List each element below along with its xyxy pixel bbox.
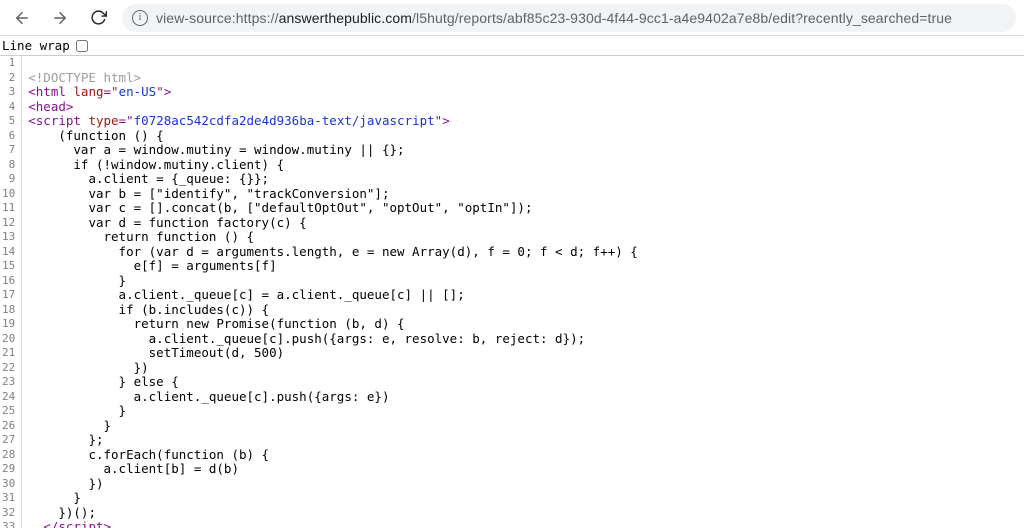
source-line: a.client._queue[c] = a.client._queue[c] …	[28, 288, 638, 303]
address-bar[interactable]: i view-source:https://answerthepublic.co…	[122, 4, 1016, 32]
source-line: })	[28, 477, 638, 492]
line-number: 31	[2, 491, 15, 506]
line-number: 20	[2, 332, 15, 347]
line-number: 26	[2, 419, 15, 434]
source-line: })	[28, 361, 638, 376]
source-line: } else {	[28, 375, 638, 390]
line-number: 25	[2, 404, 15, 419]
line-number: 7	[2, 143, 15, 158]
line-number: 1	[2, 56, 15, 71]
source-view: 1234567891011121314151617181920212223242…	[0, 56, 1024, 528]
line-number: 8	[2, 158, 15, 173]
source-line: if (b.includes(c)) {	[28, 303, 638, 318]
source-line: <head>	[28, 100, 638, 115]
line-number: 3	[2, 85, 15, 100]
linewrap-bar: Line wrap	[0, 36, 1024, 56]
line-number: 15	[2, 259, 15, 274]
line-number: 32	[2, 506, 15, 521]
source-line	[28, 56, 638, 71]
source-line: <!DOCTYPE html>	[28, 71, 638, 86]
linewrap-checkbox[interactable]	[76, 40, 88, 52]
source-line: c.forEach(function (b) {	[28, 448, 638, 463]
forward-button[interactable]	[46, 4, 74, 32]
source-code[interactable]: <!DOCTYPE html><html lang="en-US"><head>…	[22, 56, 638, 528]
source-line: var b = ["identify", "trackConversion"];	[28, 187, 638, 202]
line-number: 2	[2, 71, 15, 86]
source-line: if (!window.mutiny.client) {	[28, 158, 638, 173]
source-line: a.client[b] = d(b)	[28, 462, 638, 477]
browser-toolbar: i view-source:https://answerthepublic.co…	[0, 0, 1024, 36]
source-line: <html lang="en-US">	[28, 85, 638, 100]
line-number: 28	[2, 448, 15, 463]
line-number: 9	[2, 172, 15, 187]
line-number: 12	[2, 216, 15, 231]
line-number: 19	[2, 317, 15, 332]
source-line: var c = [].concat(b, ["defaultOptOut", "…	[28, 201, 638, 216]
source-line: }	[28, 274, 638, 289]
source-line: for (var d = arguments.length, e = new A…	[28, 245, 638, 260]
line-number: 16	[2, 274, 15, 289]
source-line: var d = function factory(c) {	[28, 216, 638, 231]
source-line: return function () {	[28, 230, 638, 245]
reload-button[interactable]	[84, 4, 112, 32]
line-number: 17	[2, 288, 15, 303]
line-number: 21	[2, 346, 15, 361]
line-number: 4	[2, 100, 15, 115]
line-number: 13	[2, 230, 15, 245]
line-number: 18	[2, 303, 15, 318]
source-line: <script type="f0728ac542cdfa2de4d936ba-t…	[28, 114, 638, 129]
source-line: }	[28, 491, 638, 506]
source-line: a.client._queue[c].push({args: e, resolv…	[28, 332, 638, 347]
source-line: })();	[28, 506, 638, 521]
source-line: return new Promise(function (b, d) {	[28, 317, 638, 332]
line-number: 5	[2, 114, 15, 129]
site-info-icon[interactable]: i	[132, 10, 148, 26]
line-number: 30	[2, 477, 15, 492]
line-number: 11	[2, 201, 15, 216]
source-line: a.client = {_queue: {}};	[28, 172, 638, 187]
source-line: (function () {	[28, 129, 638, 144]
back-button[interactable]	[8, 4, 36, 32]
source-line: e[f] = arguments[f]	[28, 259, 638, 274]
linewrap-label: Line wrap	[2, 38, 70, 53]
source-line: }	[28, 404, 638, 419]
line-number: 29	[2, 462, 15, 477]
source-line: </script>	[28, 520, 638, 528]
line-number: 22	[2, 361, 15, 376]
line-number: 6	[2, 129, 15, 144]
line-number: 33	[2, 520, 15, 528]
source-line: setTimeout(d, 500)	[28, 346, 638, 361]
line-number-gutter: 1234567891011121314151617181920212223242…	[0, 56, 22, 528]
url-text: view-source:https://answerthepublic.com/…	[156, 10, 952, 26]
line-number: 27	[2, 433, 15, 448]
line-number: 24	[2, 390, 15, 405]
line-number: 10	[2, 187, 15, 202]
source-line: var a = window.mutiny = window.mutiny ||…	[28, 143, 638, 158]
line-number: 23	[2, 375, 15, 390]
source-line: }	[28, 419, 638, 434]
source-line: };	[28, 433, 638, 448]
source-line: a.client._queue[c].push({args: e})	[28, 390, 638, 405]
line-number: 14	[2, 245, 15, 260]
